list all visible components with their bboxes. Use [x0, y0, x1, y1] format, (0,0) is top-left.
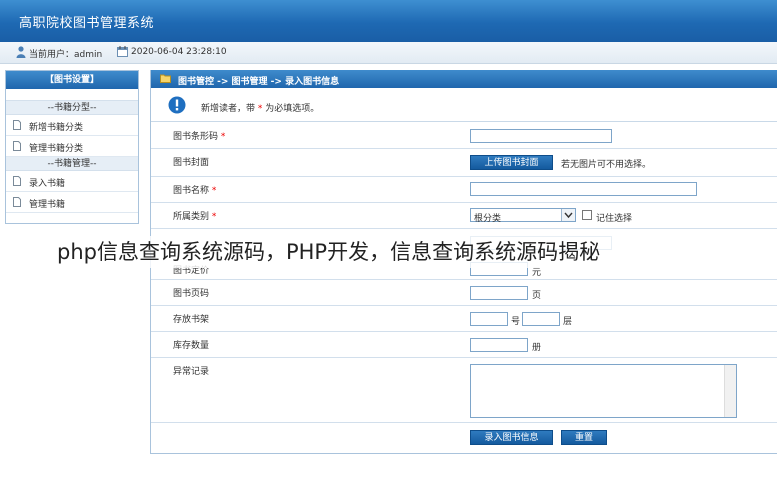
breadcrumb-bar: 图书管控 -> 图书管理 -> 录入图书信息	[151, 70, 777, 88]
calendar-icon	[117, 46, 128, 57]
app-header: 高职院校图书管理系统	[0, 0, 777, 42]
sidebar-group-title: --书籍管理--	[6, 157, 138, 171]
remember-label: 记住选择	[596, 214, 633, 224]
sidebar-item-manage-books[interactable]: 管理书籍	[6, 192, 138, 213]
form-row-barcode: 图书条形码 *	[151, 123, 777, 149]
category-label: 所属类别 *	[173, 212, 217, 222]
stock-unit: 册	[532, 343, 542, 353]
reset-button[interactable]: 重置	[561, 430, 607, 445]
pages-label: 图书页码	[173, 289, 210, 299]
pages-input[interactable]	[470, 286, 528, 300]
document-icon	[13, 176, 21, 186]
info-icon	[168, 96, 186, 114]
shelf-floor-unit: 层	[563, 317, 573, 327]
document-icon	[13, 120, 21, 130]
document-icon	[13, 197, 21, 207]
form-row-name: 图书名称 *	[151, 177, 777, 203]
note-textarea[interactable]	[470, 364, 737, 418]
form-row-note: 异常记录	[151, 358, 777, 423]
cover-label: 图书封面	[173, 158, 210, 168]
sidebar-item-manage-category[interactable]: 管理书籍分类	[6, 136, 138, 157]
barcode-label: 图书条形码 *	[173, 132, 226, 142]
notice-text: 新增读者，带 * 为必填选项。	[201, 104, 320, 114]
overlay-caption: php信息查询系统源码，PHP开发，信息查询系统源码揭秘	[53, 236, 733, 268]
document-icon	[13, 141, 21, 151]
barcode-input[interactable]	[470, 129, 612, 143]
upload-cover-button[interactable]: 上传图书封面	[470, 155, 553, 170]
sidebar-item-label: 录入书籍	[29, 179, 66, 189]
shelf-number-unit: 号	[511, 317, 521, 327]
chevron-down-icon	[561, 209, 575, 221]
textarea-scrollbar[interactable]	[724, 365, 736, 417]
name-label: 图书名称 *	[173, 186, 217, 196]
remember-checkbox[interactable]	[582, 210, 592, 220]
current-datetime: 2020-06-04 23:28:10	[131, 47, 227, 57]
shelf-label: 存放书架	[173, 315, 210, 325]
folder-icon	[160, 74, 171, 83]
form-row-pages: 图书页码 页	[151, 280, 777, 306]
sidebar-item-add-book[interactable]: 录入书籍	[6, 171, 138, 192]
breadcrumb: 图书管控 -> 图书管理 -> 录入图书信息	[178, 77, 340, 87]
form-row-shelf: 存放书架 号 层	[151, 306, 777, 332]
stock-label: 库存数量	[173, 341, 210, 351]
stock-input[interactable]	[470, 338, 528, 352]
form-row-category: 所属类别 * 根分类 记住选择	[151, 203, 777, 229]
book-name-input[interactable]	[470, 182, 697, 196]
sidebar-header: 【图书设置】	[6, 71, 138, 89]
sidebar-group-title: --书籍分型--	[6, 101, 138, 115]
form-row-stock: 库存数量 册	[151, 332, 777, 358]
category-selected: 根分类	[474, 214, 502, 224]
pages-unit: 页	[532, 291, 542, 301]
sidebar-item-label: 管理书籍	[29, 200, 66, 210]
cover-hint: 若无图片可不用选择。	[561, 160, 652, 170]
note-label: 异常记录	[173, 367, 210, 377]
sidebar-item-label: 管理书籍分类	[29, 144, 84, 154]
shelf-number-input[interactable]	[470, 312, 508, 326]
user-bar: 当前用户：admin 2020-06-04 23:28:10	[0, 42, 777, 64]
sidebar-item-add-category[interactable]: 新增书籍分类	[6, 115, 138, 136]
user-icon	[16, 46, 26, 58]
form-row-cover: 图书封面 上传图书封面 若无图片可不用选择。	[151, 149, 777, 177]
sidebar: 【图书设置】 --书籍分型-- 新增书籍分类 管理书籍分类 --书籍管理-- 录…	[5, 70, 139, 224]
notice-bar: 新增读者，带 * 为必填选项。	[151, 88, 777, 122]
submit-book-button[interactable]: 录入图书信息	[470, 430, 553, 445]
app-title: 高职院校图书管理系统	[19, 16, 155, 31]
category-select[interactable]: 根分类	[470, 208, 576, 224]
sidebar-divider	[6, 89, 138, 101]
shelf-floor-input[interactable]	[522, 312, 560, 326]
sidebar-item-label: 新增书籍分类	[29, 123, 84, 133]
current-user: 当前用户：admin	[29, 50, 103, 60]
